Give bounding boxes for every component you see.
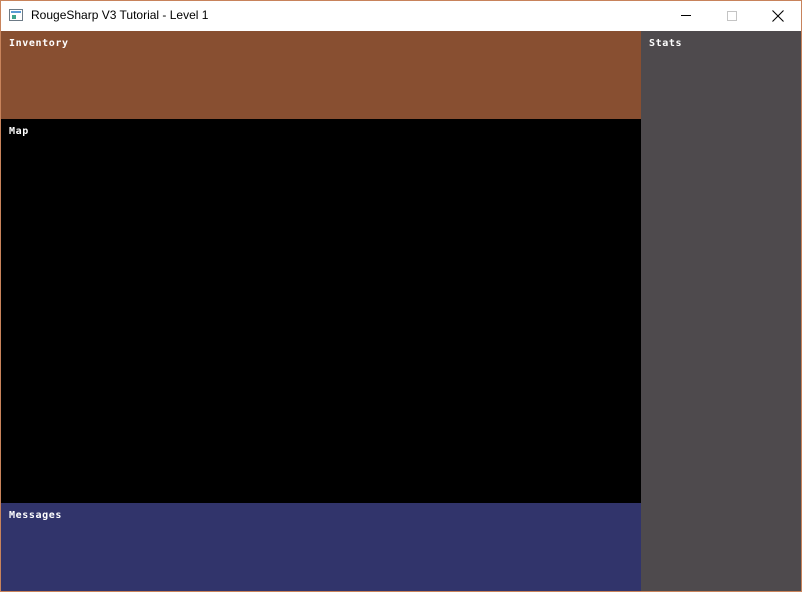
maximize-button[interactable] bbox=[709, 1, 755, 31]
app-window-icon bbox=[9, 9, 23, 21]
game-window: RougeSharp V3 Tutorial - Level 1 Invento… bbox=[0, 0, 802, 592]
inventory-panel: Inventory bbox=[1, 31, 641, 119]
title-bar[interactable]: RougeSharp V3 Tutorial - Level 1 bbox=[1, 1, 801, 31]
close-icon bbox=[772, 10, 784, 22]
map-label: Map bbox=[9, 126, 29, 137]
stats-panel: Stats bbox=[641, 31, 801, 591]
stats-label: Stats bbox=[649, 38, 683, 49]
minimize-button[interactable] bbox=[663, 1, 709, 31]
map-panel[interactable]: Map bbox=[1, 119, 641, 503]
close-button[interactable] bbox=[755, 1, 801, 31]
messages-label: Messages bbox=[9, 510, 62, 521]
messages-panel: Messages bbox=[1, 503, 641, 591]
window-title: RougeSharp V3 Tutorial - Level 1 bbox=[31, 8, 209, 22]
inventory-label: Inventory bbox=[9, 38, 69, 49]
